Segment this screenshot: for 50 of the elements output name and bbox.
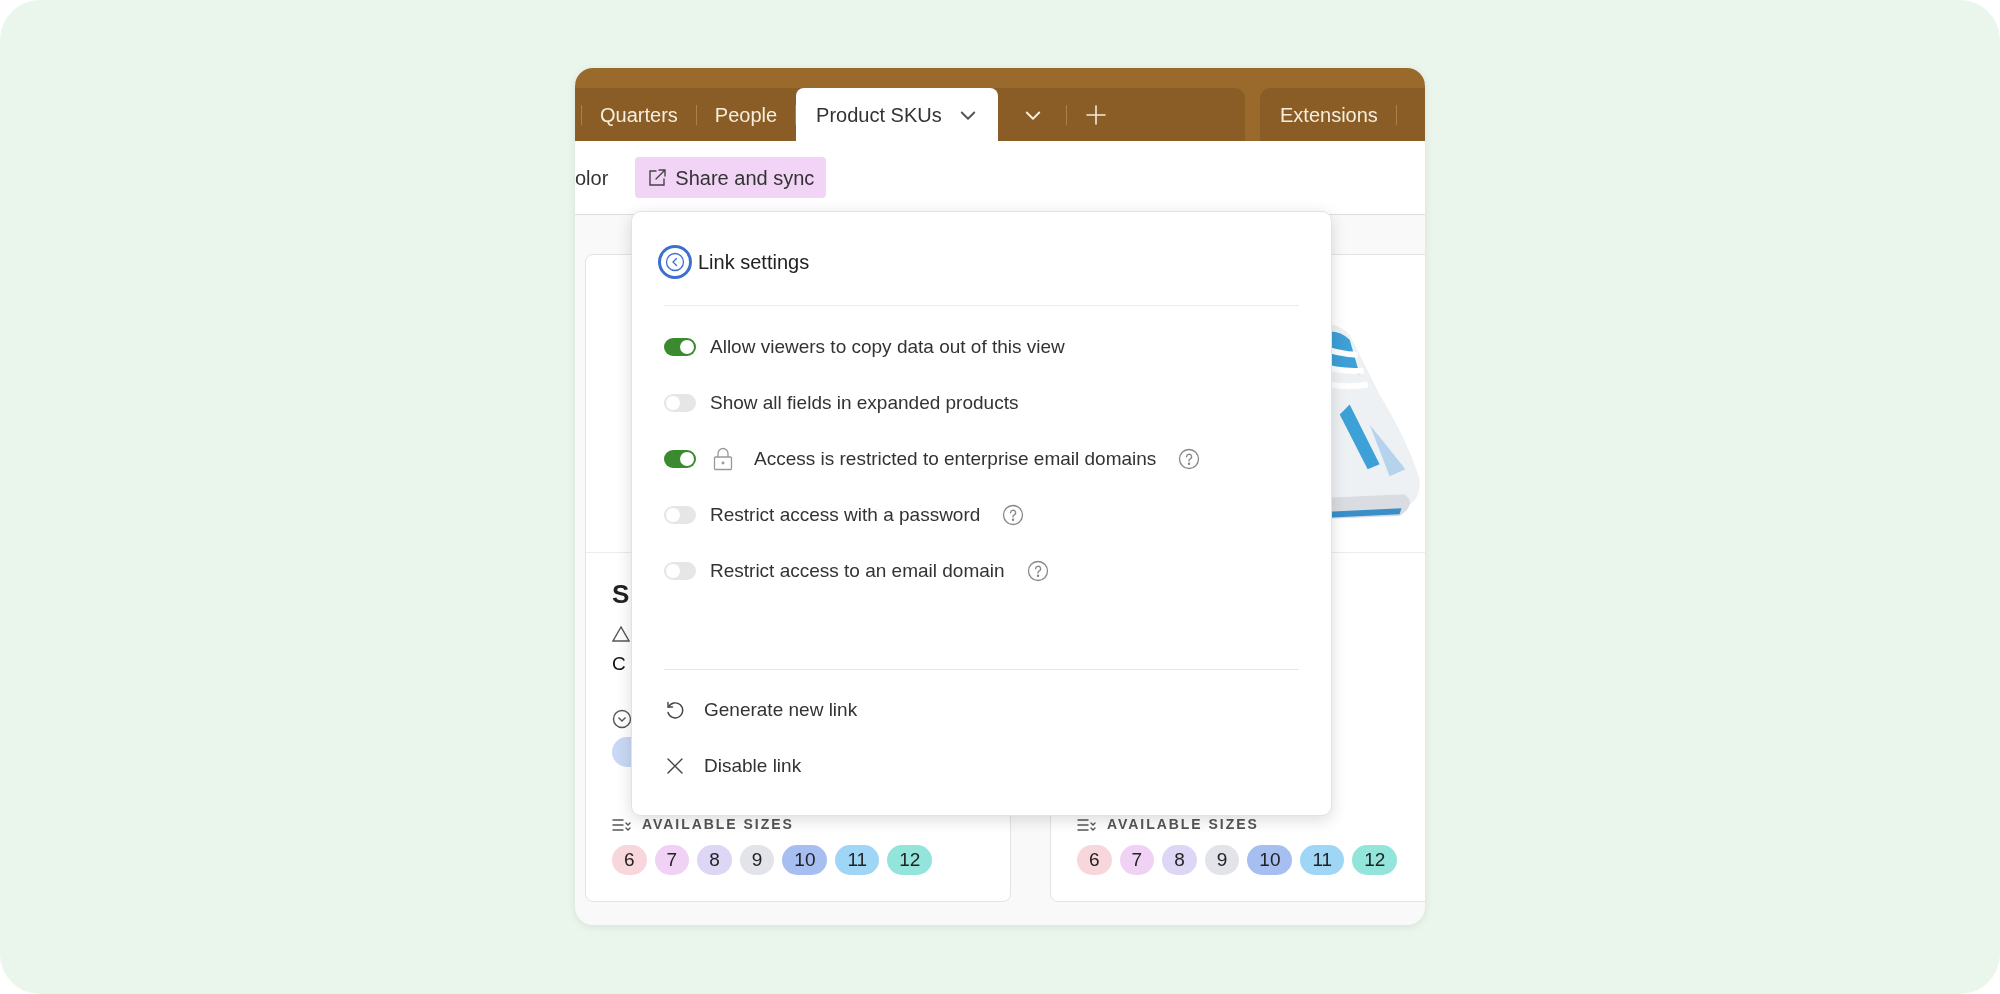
help-icon[interactable] — [1002, 504, 1025, 526]
setting-label: Allow viewers to copy data out of this view — [710, 334, 1065, 359]
size-tag: 8 — [697, 845, 732, 875]
field-value: C — [612, 652, 626, 676]
lock-icon — [712, 447, 734, 471]
back-button[interactable] — [658, 245, 692, 279]
menu-item[interactable]: Generate new link — [664, 682, 1299, 738]
setting-label: Show all fields in expanded products — [710, 390, 1019, 415]
size-tag: 6 — [612, 845, 647, 875]
size-tag: 11 — [835, 845, 880, 875]
toolbar-item[interactable]: olor — [575, 162, 609, 193]
card-title: S — [612, 578, 630, 611]
size-tag: 7 — [654, 845, 690, 875]
size-tag: 9 — [739, 845, 775, 875]
setting-label: Access is restricted to enterprise email domains — [754, 446, 1157, 471]
size-tag: 12 — [887, 845, 933, 875]
close-icon — [665, 756, 685, 776]
circle-chevron-icon — [612, 708, 632, 729]
tab[interactable]: People — [696, 99, 796, 130]
plus-icon — [1084, 103, 1107, 126]
size-tag: 8 — [1162, 845, 1197, 875]
size-tag: 9 — [1204, 845, 1240, 875]
chevron-left-icon — [665, 252, 685, 272]
tab[interactable]: Product SKUs — [796, 88, 998, 141]
section-label: AVAILABLE SIZES — [1107, 815, 1259, 834]
setting-label: Restrict access with a password — [710, 502, 981, 527]
refresh-icon — [664, 699, 686, 721]
popover-title: Link settings — [698, 250, 810, 275]
toggle-switch[interactable] — [664, 506, 696, 524]
toggle-switch[interactable] — [664, 562, 696, 580]
setting-label: Restrict access to an email domain — [710, 558, 1005, 583]
tab[interactable]: Quarters — [582, 99, 696, 130]
toggle-switch[interactable] — [664, 394, 696, 412]
toggle-switch[interactable] — [664, 338, 696, 356]
menu-item[interactable]: Disable link — [664, 738, 1299, 794]
size-tag: 10 — [1247, 845, 1293, 875]
external-link-icon — [647, 167, 668, 188]
size-tag: 10 — [782, 845, 828, 875]
size-tag: 6 — [1077, 845, 1112, 875]
list-icon — [1077, 816, 1097, 833]
size-tag: 11 — [1300, 845, 1345, 875]
section-label: AVAILABLE SIZES — [642, 815, 794, 834]
list-icon — [612, 816, 632, 833]
help-icon[interactable] — [1178, 448, 1201, 470]
help-icon[interactable] — [1026, 560, 1049, 582]
share-button[interactable]: Share and sync — [635, 157, 827, 198]
triangle-icon — [612, 626, 630, 642]
toggle-switch[interactable] — [664, 450, 696, 468]
size-tag: 7 — [1119, 845, 1155, 875]
size-tag: 12 — [1352, 845, 1398, 875]
